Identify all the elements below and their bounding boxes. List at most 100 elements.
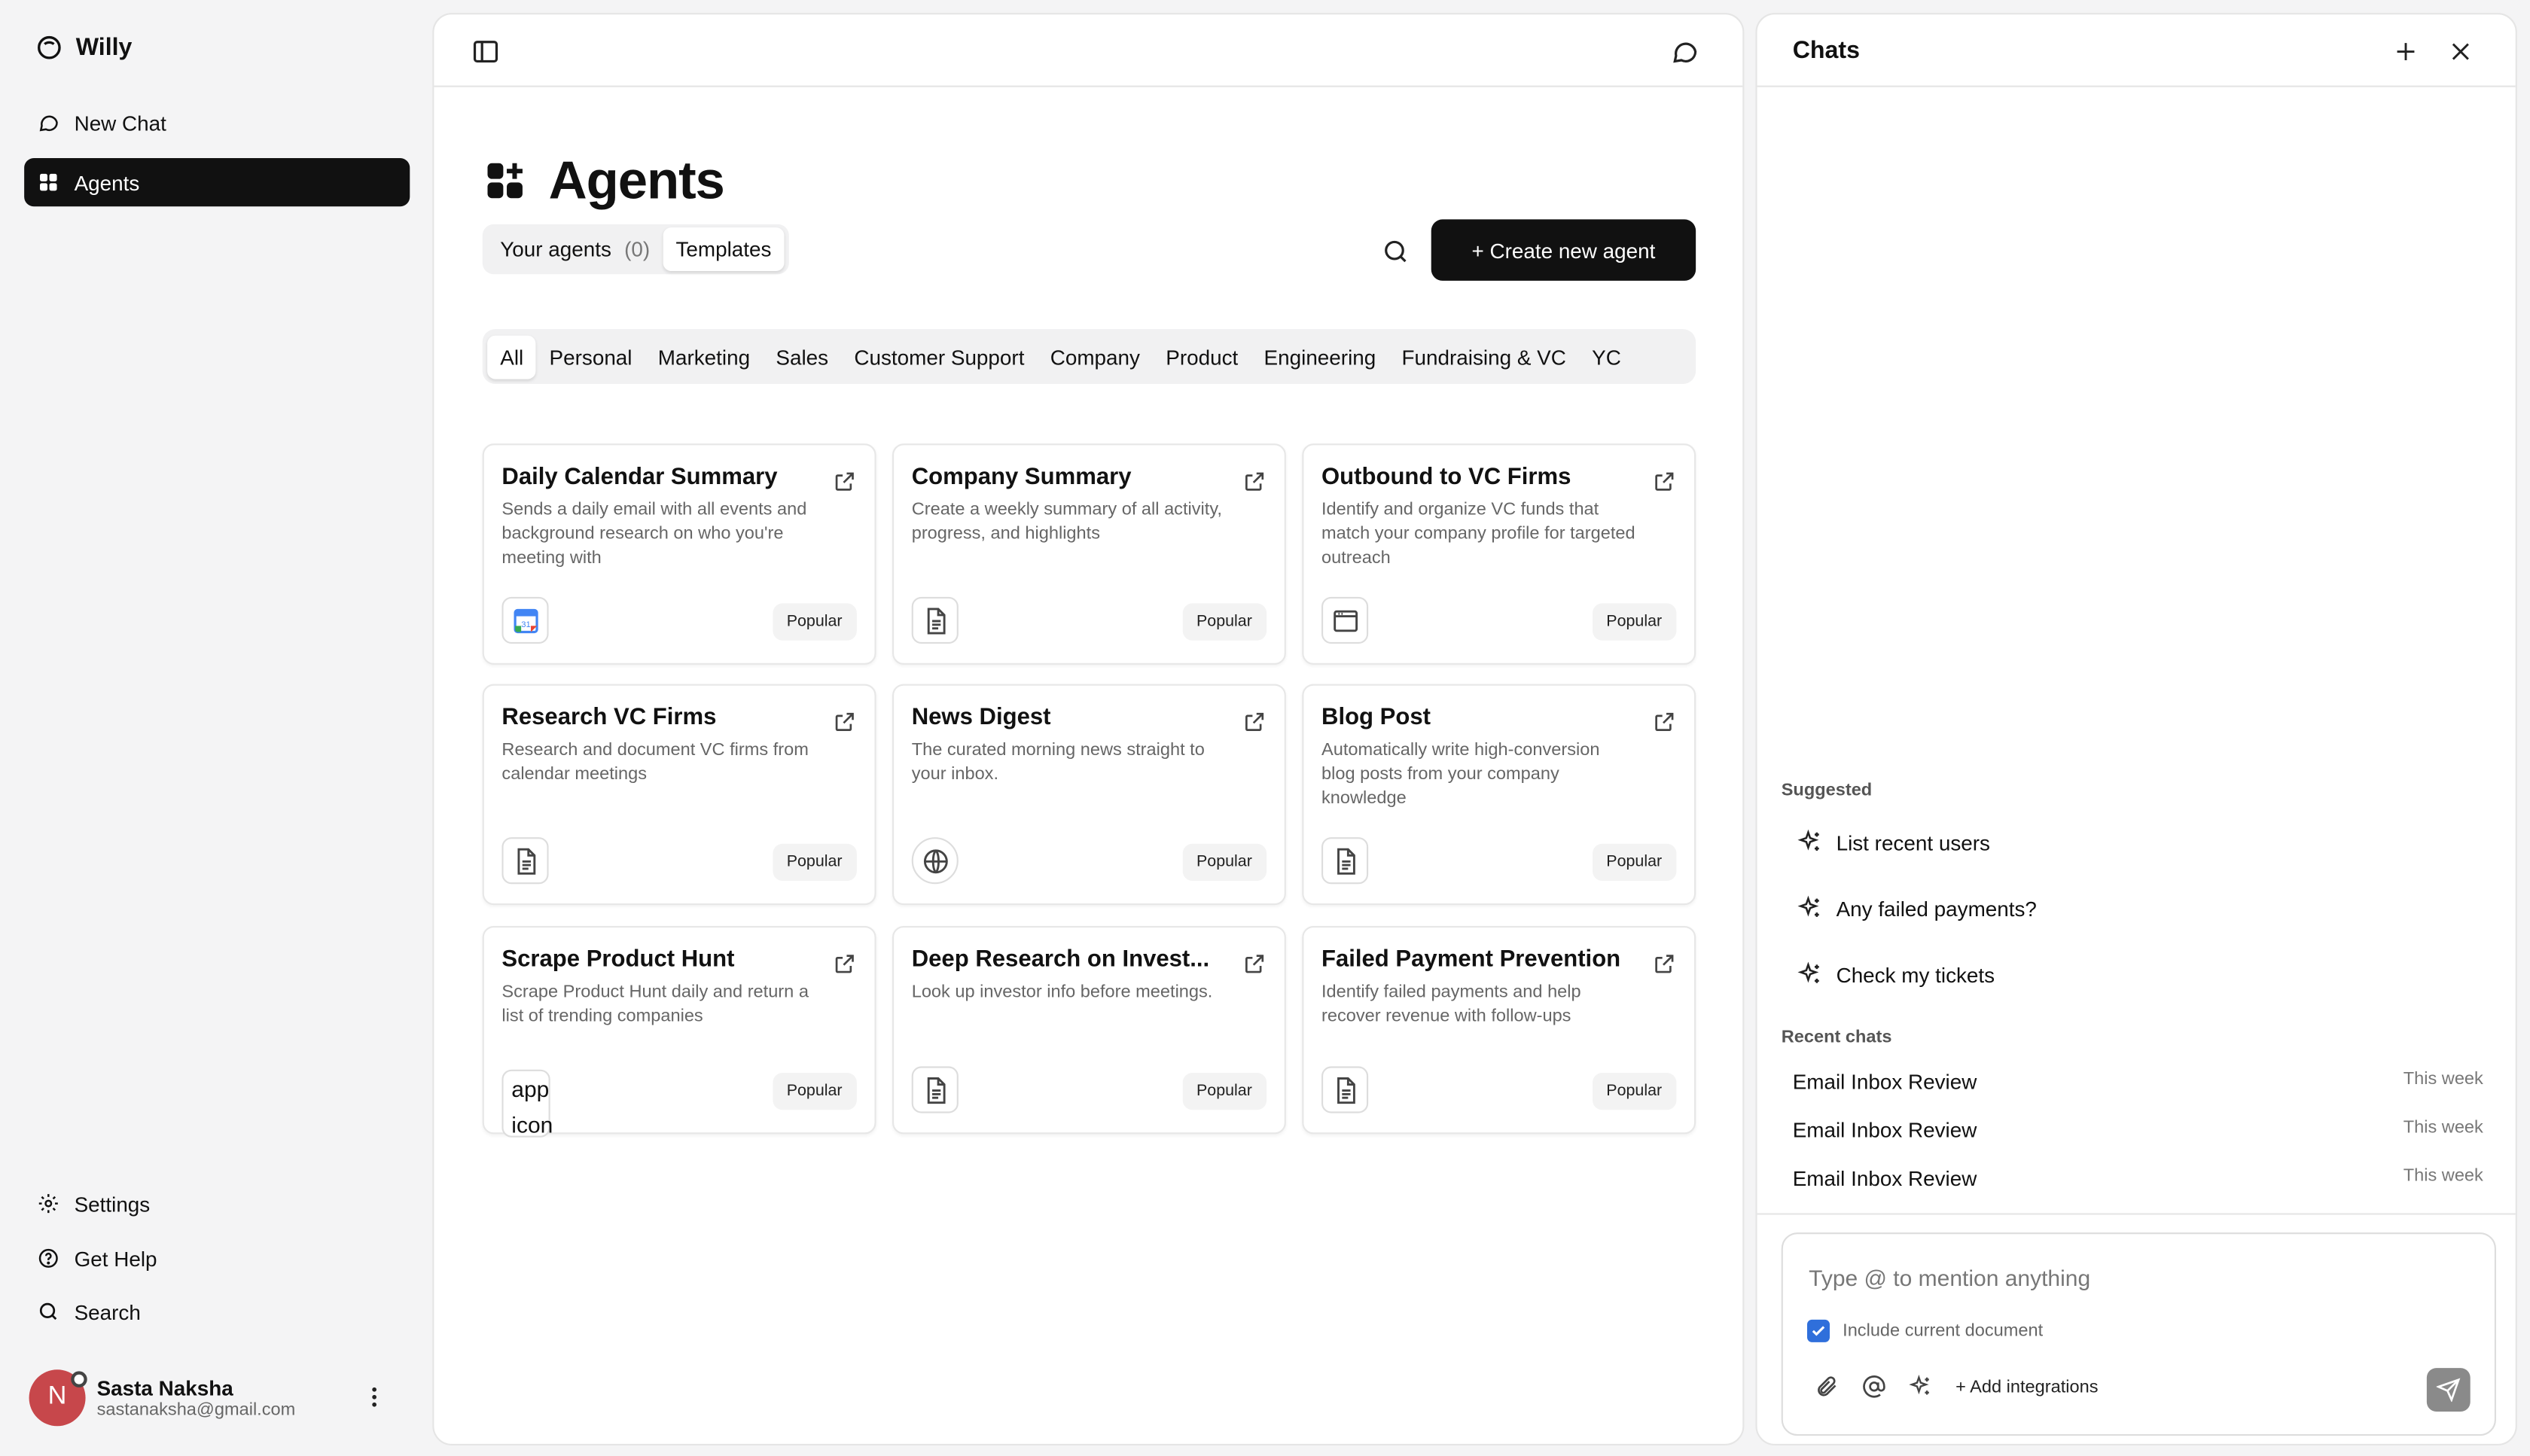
external-link-icon[interactable] <box>1242 710 1267 734</box>
brand[interactable]: Willy <box>35 34 132 61</box>
suggestion-item[interactable]: List recent users <box>1797 829 1990 854</box>
recent-chats-heading: Recent chats <box>1781 1028 1892 1047</box>
external-link-icon[interactable] <box>1652 470 1676 494</box>
filter-fundraising-vc[interactable]: Fundraising & VC <box>1388 335 1579 379</box>
filter-marketing[interactable]: Marketing <box>645 335 764 379</box>
card-description: Create a weekly summary of all activity,… <box>911 500 1222 544</box>
recent-chat-title: Email Inbox Review <box>1792 1118 1977 1143</box>
external-link-icon[interactable] <box>833 952 857 976</box>
message-input[interactable]: Type @ to mention anything <box>1809 1265 2090 1290</box>
popular-badge: Popular <box>1591 1073 1677 1110</box>
nav-label: Agents <box>74 170 140 195</box>
card-description: Identify and organize VC funds that matc… <box>1321 500 1635 568</box>
add-integrations-button[interactable]: + Add integrations <box>1955 1377 2098 1397</box>
panel-toolbar <box>434 14 1743 87</box>
recent-chat-time: This week <box>2403 1118 2483 1138</box>
popular-badge: Popular <box>1181 1073 1267 1110</box>
suggestion-item[interactable]: Check my tickets <box>1797 961 1995 987</box>
filter-all[interactable]: All <box>487 334 537 379</box>
nav-label: Get Help <box>74 1246 157 1271</box>
user-profile[interactable]: N Sasta Naksha sastanaksha@gmail.com <box>29 1368 404 1426</box>
recent-chat-item[interactable]: Email Inbox Review This week <box>1793 1166 2483 1190</box>
nav-label: New Chat <box>74 110 166 135</box>
create-agent-button[interactable]: + Create new agent <box>1431 219 1696 281</box>
agent-card[interactable]: Blog Post Automatically write high-conve… <box>1302 684 1696 906</box>
filter-company[interactable]: Company <box>1038 335 1154 379</box>
sparkle-icon[interactable] <box>1909 1375 1933 1399</box>
filter-yc[interactable]: YC <box>1579 335 1634 379</box>
card-title: Deep Research on Invest... <box>911 946 1210 973</box>
external-link-icon[interactable] <box>1652 710 1676 734</box>
popular-badge: Popular <box>772 1073 857 1110</box>
suggestion-label: Check my tickets <box>1836 962 1995 987</box>
card-title: Daily Calendar Summary <box>501 465 778 491</box>
agent-card[interactable]: Company Summary Create a weekly summary … <box>892 443 1286 665</box>
popular-badge: Popular <box>1591 603 1677 641</box>
nav-search[interactable]: Search <box>24 1287 410 1336</box>
card-title: Company Summary <box>911 465 1132 491</box>
more-vertical-icon[interactable] <box>361 1384 387 1410</box>
popular-badge: Popular <box>772 843 857 881</box>
filter-product[interactable]: Product <box>1153 335 1251 379</box>
nav-agents[interactable]: Agents <box>24 158 410 207</box>
card-description: Look up investor info before meetings. <box>911 982 1213 1002</box>
agent-card[interactable]: Daily Calendar Summary Sends a daily ema… <box>482 443 876 665</box>
tab-templates[interactable]: Templates <box>663 227 785 271</box>
external-link-icon[interactable] <box>1242 470 1267 494</box>
app-root: Willy New Chat Agents Settings Get Help … <box>0 0 2530 1456</box>
external-link-icon[interactable] <box>1242 952 1267 976</box>
document-icon <box>911 1066 959 1113</box>
external-link-icon[interactable] <box>833 710 857 734</box>
search-icon[interactable] <box>1381 237 1410 267</box>
sidebar-toggle-icon[interactable] <box>471 37 501 66</box>
nav-get-help[interactable]: Get Help <box>24 1234 410 1282</box>
help-icon <box>38 1248 58 1268</box>
recent-chat-time: This week <box>2403 1069 2483 1089</box>
popular-badge: Popular <box>1591 843 1677 881</box>
card-title: Research VC Firms <box>501 705 717 731</box>
nav-new-chat[interactable]: New Chat <box>24 99 410 147</box>
app-icon-broken-image: app icon <box>501 1069 553 1138</box>
agent-card[interactable]: Scrape Product Hunt Scrape Product Hunt … <box>482 926 876 1138</box>
recent-chat-item[interactable]: Email Inbox Review This week <box>1793 1118 2483 1142</box>
agent-card[interactable]: Outbound to VC Firms Identify and organi… <box>1302 443 1696 665</box>
plus-icon[interactable] <box>2393 38 2419 64</box>
external-link-icon[interactable] <box>1652 952 1676 976</box>
card-description: Sends a daily email with all events and … <box>501 500 807 568</box>
recent-chat-title: Email Inbox Review <box>1792 1166 1977 1191</box>
nav-settings[interactable]: Settings <box>24 1179 410 1227</box>
agent-card[interactable]: Failed Payment Prevention Identify faile… <box>1302 926 1696 1135</box>
external-link-icon[interactable] <box>833 470 857 494</box>
tab-your-agents[interactable]: Your agents <box>487 227 624 271</box>
chats-panel: Chats Suggested List recent users Any fa… <box>1755 13 2517 1446</box>
suggestion-item[interactable]: Any failed payments? <box>1797 895 2037 921</box>
document-icon <box>911 596 959 644</box>
document-icon <box>501 837 549 885</box>
agents-view-toggle: Your agents (0) Templates <box>482 224 789 275</box>
include-document-checkbox[interactable]: Include current document <box>1807 1319 2043 1342</box>
send-button[interactable] <box>2426 1368 2471 1412</box>
suggested-heading: Suggested <box>1781 781 1873 800</box>
paperclip-icon[interactable] <box>1815 1375 1840 1399</box>
recent-chat-item[interactable]: Email Inbox Review This week <box>1793 1070 2483 1094</box>
card-description: The curated morning news straight to you… <box>911 740 1205 784</box>
close-icon[interactable] <box>2448 38 2474 64</box>
at-sign-icon[interactable] <box>1862 1375 1886 1399</box>
checkbox-checked-icon <box>1807 1319 1830 1342</box>
filter-customer-support[interactable]: Customer Support <box>841 335 1037 379</box>
agent-card[interactable]: Deep Research on Invest... Look up inves… <box>892 926 1286 1135</box>
nav-label: Settings <box>74 1191 151 1216</box>
chat-bubble-icon[interactable] <box>1670 37 1699 66</box>
filter-sales[interactable]: Sales <box>763 335 841 379</box>
agent-card[interactable]: Research VC Firms Research and document … <box>482 684 876 906</box>
filter-engineering[interactable]: Engineering <box>1251 335 1388 379</box>
user-name: Sasta Naksha <box>96 1375 233 1400</box>
avatar: N <box>29 1369 87 1426</box>
search-icon <box>39 1302 57 1320</box>
agent-card[interactable]: News Digest The curated morning news str… <box>892 684 1286 906</box>
status-dot <box>71 1370 87 1387</box>
send-icon <box>2436 1378 2461 1403</box>
filter-personal[interactable]: Personal <box>536 335 645 379</box>
divider <box>1757 1213 2516 1215</box>
sparkle-icon <box>1797 961 1819 983</box>
